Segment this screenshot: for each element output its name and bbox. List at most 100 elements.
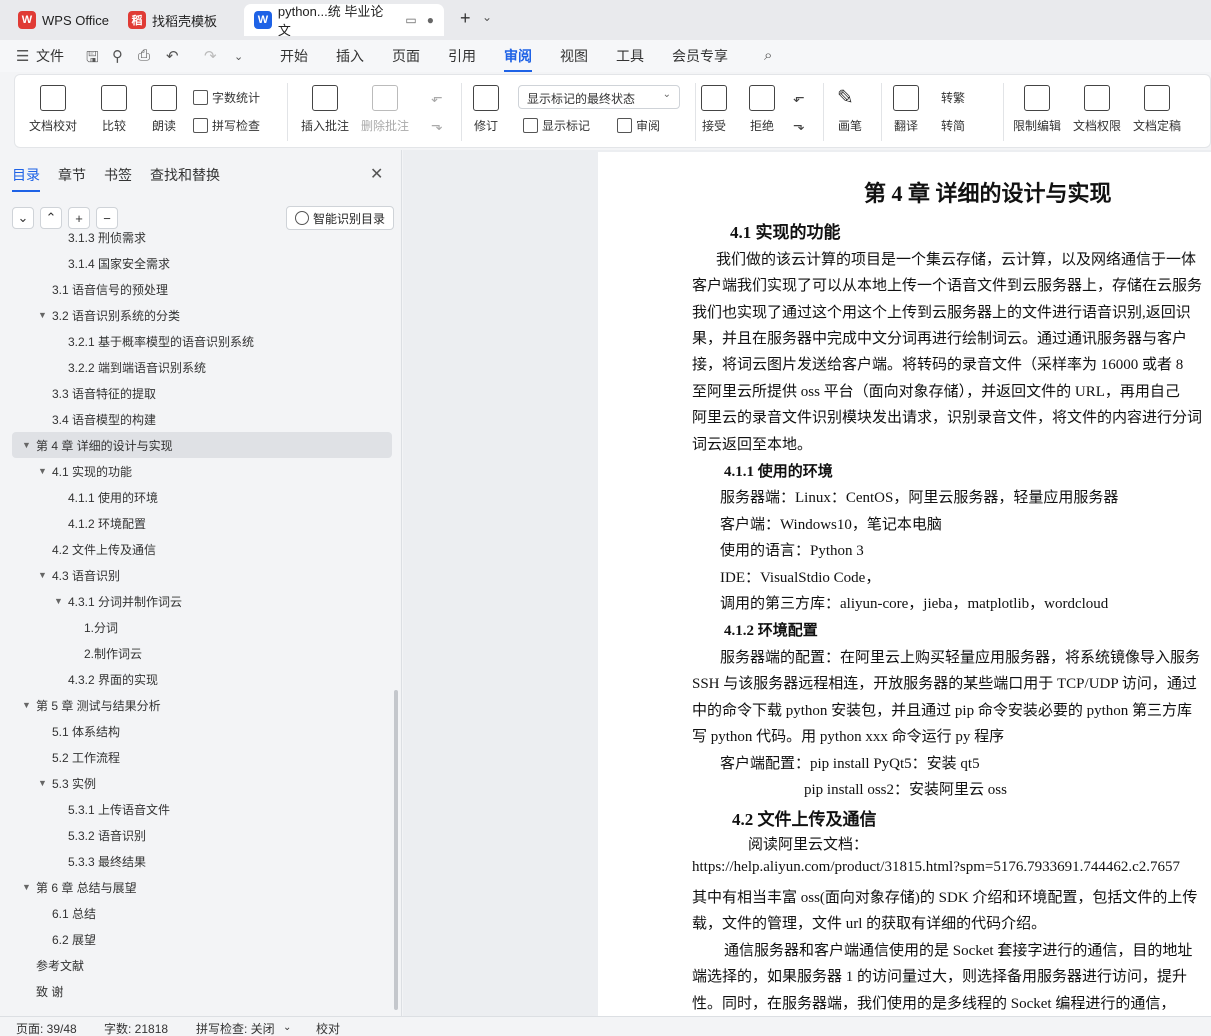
restrict-edit-button[interactable]: 限制编辑 xyxy=(1013,85,1061,134)
expand-caret-icon[interactable]: ▼ xyxy=(38,466,52,476)
tab-document[interactable]: W python...统 毕业论文 ▭ ● xyxy=(244,4,444,38)
tab-toc[interactable]: 目录 xyxy=(12,165,40,192)
toc-item-label: 参考文献 xyxy=(36,958,85,973)
toc-item[interactable]: 4.1.1 使用的环境 xyxy=(12,484,392,510)
expand-caret-icon[interactable]: ▼ xyxy=(54,596,68,606)
menu-layout[interactable]: 页面 xyxy=(392,46,420,66)
paragraph-line: 写 python 代码。用 python xxx 命令运行 py 程序 xyxy=(692,729,1005,745)
compare-button[interactable]: 比较 xyxy=(101,85,127,134)
window-mode-icon[interactable]: ▭ xyxy=(405,13,416,27)
tab-find-replace[interactable]: 查找和替换 xyxy=(150,165,220,185)
toc-item[interactable]: ▼ 4.1 实现的功能 xyxy=(12,458,392,484)
expand-caret-icon[interactable]: ▼ xyxy=(22,700,36,710)
to-traditional-button[interactable]: 转繁 xyxy=(941,89,965,106)
chevron-down-icon[interactable]: ⌄ xyxy=(283,1022,291,1033)
expand-caret-icon[interactable]: ▼ xyxy=(22,440,36,450)
toc-item[interactable]: ▼ 4.3 语音识别 xyxy=(12,562,392,588)
expand-caret-icon[interactable]: ▼ xyxy=(38,570,52,580)
menu-review[interactable]: 审阅 xyxy=(504,46,532,72)
expand-caret-icon[interactable]: ▼ xyxy=(22,882,36,892)
toc-item[interactable]: ▼ 5.3 实例 xyxy=(12,770,392,796)
spell-check-button[interactable]: 拼写检查 xyxy=(193,117,260,134)
share-icon[interactable]: ⚲ xyxy=(112,47,123,65)
pen-button[interactable]: ✎ 画笔 xyxy=(837,85,863,134)
toc-item[interactable]: 参考文献 xyxy=(12,952,392,978)
toc-item[interactable]: ▼ 第 4 章 详细的设计与实现 xyxy=(12,432,392,458)
toc-item[interactable]: 4.2 文件上传及通信 xyxy=(12,536,392,562)
to-simplified-button[interactable]: 转简 xyxy=(941,117,965,134)
menu-insert[interactable]: 插入 xyxy=(336,46,364,66)
menu-file[interactable]: 文件 xyxy=(36,46,64,66)
toc-item[interactable]: 6.1 总结 xyxy=(12,900,392,926)
read-aloud-button[interactable]: 朗读 xyxy=(151,85,177,134)
toc-item[interactable]: ▼ 第 6 章 总结与展望 xyxy=(12,874,392,900)
previous-comment-icon[interactable]: ⬐ xyxy=(431,89,443,106)
toc-item[interactable]: 5.3.2 语音识别 xyxy=(12,822,392,848)
proofread-indicator[interactable]: 校对 xyxy=(316,1020,340,1036)
menu-tools[interactable]: 工具 xyxy=(616,46,644,66)
menu-references[interactable]: 引用 xyxy=(448,46,476,66)
tab-list-chevron-icon[interactable]: ⌄ xyxy=(482,10,492,24)
toc-item[interactable]: 4.3.2 界面的实现 xyxy=(12,666,392,692)
toc-item[interactable]: 3.1.3 刑侦需求 xyxy=(12,224,392,250)
new-tab-button[interactable]: + xyxy=(460,8,471,29)
toc-item[interactable]: 5.3.3 最终结果 xyxy=(12,848,392,874)
unsaved-dot-icon[interactable]: ● xyxy=(427,13,434,27)
toc-item[interactable]: 3.4 语音模型的构建 xyxy=(12,406,392,432)
quick-access-chevron-icon[interactable]: ⌄ xyxy=(234,50,243,63)
toc-item[interactable]: 5.3.1 上传语音文件 xyxy=(12,796,392,822)
word-count-button[interactable]: 字数统计 xyxy=(193,89,260,106)
redo-icon[interactable]: ↷ xyxy=(204,47,217,65)
doc-check-button[interactable]: 文档校对 xyxy=(29,85,77,134)
nav-scrollbar[interactable] xyxy=(394,690,398,1010)
tab-template[interactable]: 稻 找稻壳模板 xyxy=(118,4,227,36)
track-changes-button[interactable]: 修订 xyxy=(473,85,499,134)
toc-item[interactable]: 5.2 工作流程 xyxy=(12,744,392,770)
reject-button[interactable]: 拒绝 xyxy=(749,85,775,134)
toc-item[interactable]: 3.1 语音信号的预处理 xyxy=(12,276,392,302)
menu-view[interactable]: 视图 xyxy=(560,46,588,66)
next-comment-icon[interactable]: ⬎ xyxy=(431,117,443,134)
expand-caret-icon[interactable]: ▼ xyxy=(38,778,52,788)
translate-button[interactable]: 翻译 xyxy=(893,85,919,134)
previous-change-icon[interactable]: ⬐ xyxy=(793,89,805,106)
word-count-indicator[interactable]: 字数: 21818 xyxy=(104,1020,168,1036)
expand-caret-icon[interactable]: ▼ xyxy=(38,310,52,320)
markup-mode-select[interactable]: 显示标记的最终状态 ⌄ xyxy=(518,85,680,109)
tab-wps-office[interactable]: W WPS Office xyxy=(8,4,119,36)
search-icon[interactable]: ⌕ xyxy=(764,47,772,64)
doc-finalize-button[interactable]: 文档定稿 xyxy=(1133,85,1181,134)
next-change-icon[interactable]: ⬎ xyxy=(793,117,805,134)
toc-item[interactable]: 3.2.2 端到端语音识别系统 xyxy=(12,354,392,380)
toc-item[interactable]: ▼ 3.2 语音识别系统的分类 xyxy=(12,302,392,328)
accept-button[interactable]: 接受 xyxy=(701,85,727,134)
page-indicator[interactable]: 页面: 39/48 xyxy=(16,1020,77,1036)
tab-bookmarks[interactable]: 书签 xyxy=(104,165,132,185)
toc-item[interactable]: 5.1 体系结构 xyxy=(12,718,392,744)
insert-comment-button[interactable]: 插入批注 xyxy=(301,85,349,134)
toc-item[interactable]: 6.2 展望 xyxy=(12,926,392,952)
toc-item[interactable]: 3.2.1 基于概率模型的语音识别系统 xyxy=(12,328,392,354)
show-markup-button[interactable]: 显示标记 xyxy=(523,117,590,134)
hamburger-icon[interactable]: ☰ xyxy=(16,47,29,65)
tab-sections[interactable]: 章节 xyxy=(58,165,86,185)
toc-item[interactable]: ▼ 第 5 章 测试与结果分析 xyxy=(12,692,392,718)
close-icon[interactable]: ✕ xyxy=(370,164,383,184)
menu-home[interactable]: 开始 xyxy=(280,46,308,66)
undo-icon[interactable]: ↶ xyxy=(166,47,179,65)
delete-comment-button[interactable]: 删除批注 xyxy=(361,85,409,134)
spell-check-indicator[interactable]: 拼写检查: 关闭 xyxy=(196,1020,275,1036)
menu-member[interactable]: 会员专享 xyxy=(672,46,728,66)
toc-item[interactable]: 3.3 语音特征的提取 xyxy=(12,380,392,406)
document-page[interactable]: 第 4 章 详细的设计与实现 4.1 实现的功能 我们做的该云计算的项目是一个集云存… xyxy=(598,152,1211,1016)
toc-item[interactable]: 1.分词 xyxy=(12,614,392,640)
print-preview-icon[interactable]: ⎙ xyxy=(138,47,150,64)
toc-item[interactable]: 致 谢 xyxy=(12,978,392,1004)
toc-item[interactable]: ▼ 4.3.1 分词并制作词云 xyxy=(12,588,392,614)
doc-permission-button[interactable]: 文档权限 xyxy=(1073,85,1121,134)
toc-item[interactable]: 4.1.2 环境配置 xyxy=(12,510,392,536)
save-icon[interactable]: 🖫 xyxy=(86,47,99,72)
toc-item[interactable]: 2.制作词云 xyxy=(12,640,392,666)
review-pane-button[interactable]: 审阅 xyxy=(617,117,660,134)
toc-item[interactable]: 3.1.4 国家安全需求 xyxy=(12,250,392,276)
